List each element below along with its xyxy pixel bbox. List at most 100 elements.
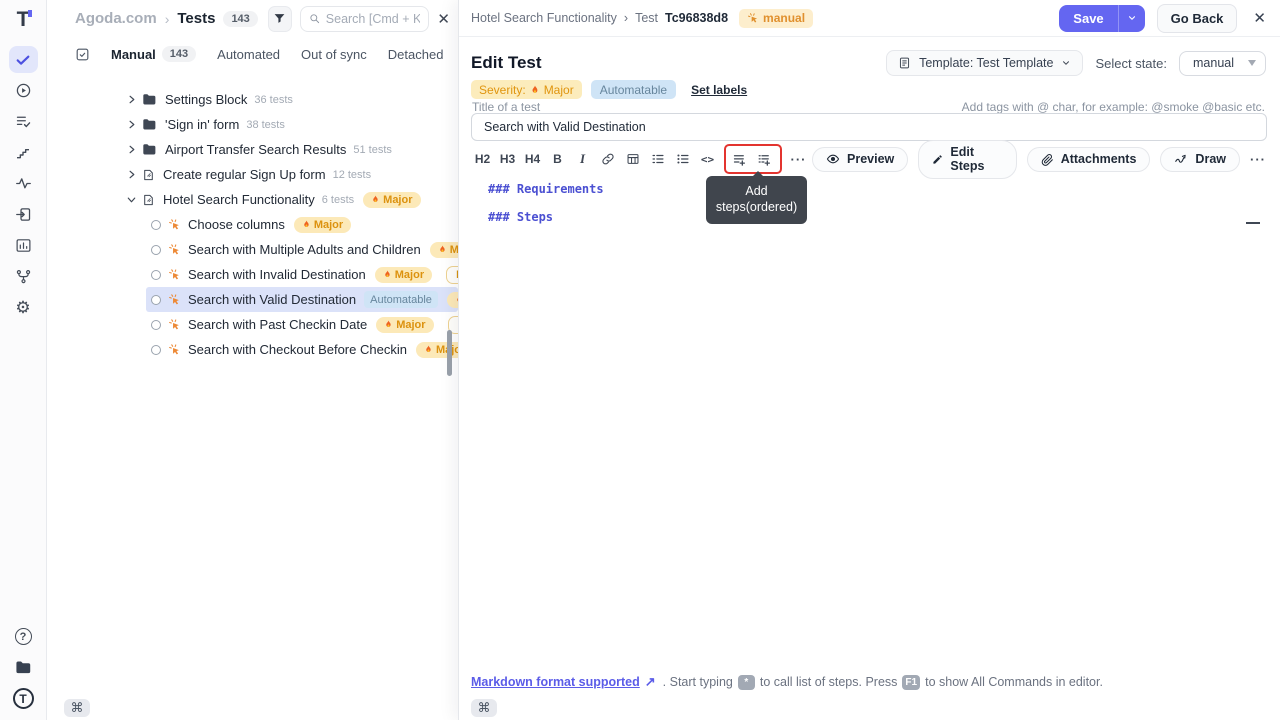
heading3-button[interactable]: H3 — [496, 147, 519, 171]
folder-row-sign-in-form[interactable]: 'Sign in' form 38 tests — [47, 112, 458, 137]
breadcrumb-parent[interactable]: Hotel Search Functionality — [471, 11, 617, 25]
state-select[interactable]: manual — [1179, 51, 1266, 76]
breadcrumb-separator: › — [624, 11, 628, 25]
tooltip-line2: steps(ordered) — [716, 200, 797, 214]
add-steps-icon[interactable] — [728, 147, 751, 171]
folder-row-airport-transfer[interactable]: Airport Transfer Search Results 51 tests — [47, 137, 458, 162]
chevron-right-icon[interactable] — [126, 144, 138, 155]
manual-state-label: manual — [763, 11, 805, 25]
test-radio[interactable] — [151, 320, 161, 330]
breadcrumb-section[interactable]: Tests — [177, 10, 215, 27]
test-radio[interactable] — [151, 295, 161, 305]
draw-button[interactable]: Draw — [1160, 147, 1240, 172]
save-split-button[interactable]: Save — [1059, 5, 1144, 32]
bullet-list-icon[interactable] — [671, 147, 694, 171]
app-logo[interactable]: T — [17, 6, 30, 34]
automatable-badge[interactable]: Automatable — [591, 80, 676, 99]
test-radio[interactable] — [151, 220, 161, 230]
tab-automated[interactable]: Automated — [217, 47, 280, 62]
breadcrumb-project[interactable]: Agoda.com — [75, 10, 157, 27]
select-state-label: Select state: — [1095, 56, 1167, 71]
ordered-list-icon[interactable] — [646, 147, 669, 171]
add-steps-ordered-icon[interactable] — [753, 147, 776, 171]
chevron-right-icon[interactable] — [126, 119, 138, 130]
suite-name: Hotel Search Functionality — [163, 192, 315, 207]
bold-button[interactable]: B — [546, 147, 569, 171]
test-radio[interactable] — [151, 245, 161, 255]
import-icon[interactable] — [9, 201, 38, 228]
test-row-multiple-adults[interactable]: Search with Multiple Adults and Children… — [146, 237, 458, 262]
severity-badge: Major — [430, 242, 458, 258]
test-row-invalid-destination[interactable]: Search with Invalid Destination Major Ne… — [146, 262, 458, 287]
template-dropdown[interactable]: Template: Test Template — [886, 50, 1083, 76]
search-box[interactable] — [300, 6, 430, 32]
suite-row-hotel-search[interactable]: Hotel Search Functionality 6 tests Major — [47, 187, 458, 212]
tags-hint: Add tags with @ char, for example: @smok… — [962, 100, 1265, 114]
severity-label: Major — [395, 269, 424, 281]
select-all-icon[interactable] — [75, 45, 90, 63]
markdown-help-link[interactable]: Markdown format supported — [471, 675, 640, 689]
tab-manual[interactable]: Manual 143 — [111, 46, 196, 62]
runs-play-icon[interactable] — [9, 77, 38, 104]
test-row-checkout-before-checkin[interactable]: Search with Checkout Before Checkin Majo… — [146, 337, 458, 362]
severity-badge[interactable]: Severity: Major — [471, 80, 582, 99]
branch-icon[interactable] — [9, 263, 38, 290]
tab-detached[interactable]: Detached — [388, 47, 444, 62]
plans-list-icon[interactable] — [9, 108, 38, 135]
test-title-input[interactable] — [471, 113, 1267, 141]
steps-stairs-icon[interactable] — [9, 139, 38, 166]
tab-out-of-sync[interactable]: Out of sync — [301, 47, 367, 62]
heading4-button[interactable]: H4 — [521, 147, 544, 171]
close-icon[interactable]: ✕ — [437, 10, 450, 28]
italic-button[interactable]: I — [571, 147, 594, 171]
resize-handle[interactable] — [1246, 222, 1260, 224]
test-name: Search with Checkout Before Checkin — [188, 342, 407, 357]
save-button[interactable]: Save — [1059, 5, 1117, 32]
tests-count-badge: 143 — [223, 11, 257, 27]
tab-manual-count: 143 — [162, 46, 196, 62]
docs-folder-icon[interactable] — [9, 654, 38, 681]
save-dropdown-chevron-icon[interactable] — [1118, 5, 1145, 32]
test-row-past-checkin[interactable]: Search with Past Checkin Date Major New … — [146, 312, 458, 337]
suite-count: 6 tests — [322, 194, 354, 206]
actions-more-button[interactable]: ··· — [1250, 152, 1266, 167]
filter-button[interactable] — [268, 6, 292, 32]
settings-gear-icon[interactable]: ⚙ — [9, 294, 38, 321]
link-icon[interactable] — [596, 147, 619, 171]
editor-line-requirements[interactable]: ### Requirements — [488, 182, 604, 196]
folder-row-settings-block[interactable]: Settings Block 36 tests — [47, 87, 458, 112]
test-row-choose-columns[interactable]: Choose columns Major — [146, 212, 458, 237]
folder-count: 38 tests — [246, 119, 285, 131]
chevron-right-icon[interactable] — [126, 169, 138, 180]
code-button[interactable]: <> — [696, 147, 719, 171]
help-icon[interactable]: ? — [9, 623, 38, 650]
toolbar-more-button[interactable]: ··· — [787, 147, 810, 171]
detail-header: Hotel Search Functionality › Test Tc9683… — [459, 0, 1280, 37]
table-icon[interactable] — [621, 147, 644, 171]
chevron-down-icon[interactable] — [126, 194, 138, 205]
tree-scrollbar[interactable] — [447, 330, 452, 376]
folder-name: 'Sign in' form — [165, 117, 239, 132]
folder-name: Settings Block — [165, 92, 247, 107]
test-row-valid-destination-selected[interactable]: Search with Valid Destination Automatabl… — [146, 287, 458, 312]
analytics-icon[interactable] — [9, 232, 38, 259]
account-avatar[interactable]: T — [9, 685, 38, 712]
heading2-button[interactable]: H2 — [471, 147, 494, 171]
go-back-button[interactable]: Go Back — [1157, 4, 1238, 33]
attachments-button[interactable]: Attachments — [1027, 147, 1151, 172]
suite-count: 12 tests — [333, 169, 372, 181]
external-link-arrow-icon[interactable]: ↗ — [645, 674, 656, 690]
pulse-activity-icon[interactable] — [9, 170, 38, 197]
editor-line-steps[interactable]: ### Steps — [488, 210, 553, 224]
test-radio[interactable] — [151, 345, 161, 355]
suite-row-create-sign-up[interactable]: Create regular Sign Up form 12 tests — [47, 162, 458, 187]
close-panel-icon[interactable]: ✕ — [1253, 9, 1266, 27]
tests-check-icon[interactable] — [9, 46, 38, 73]
preview-button[interactable]: Preview — [812, 147, 908, 172]
search-input[interactable] — [326, 12, 421, 26]
edit-steps-button[interactable]: Edit Steps — [918, 140, 1016, 179]
set-labels-link[interactable]: Set labels — [691, 83, 747, 97]
test-radio[interactable] — [151, 270, 161, 280]
state-value: manual — [1193, 56, 1234, 70]
chevron-right-icon[interactable] — [126, 94, 138, 105]
